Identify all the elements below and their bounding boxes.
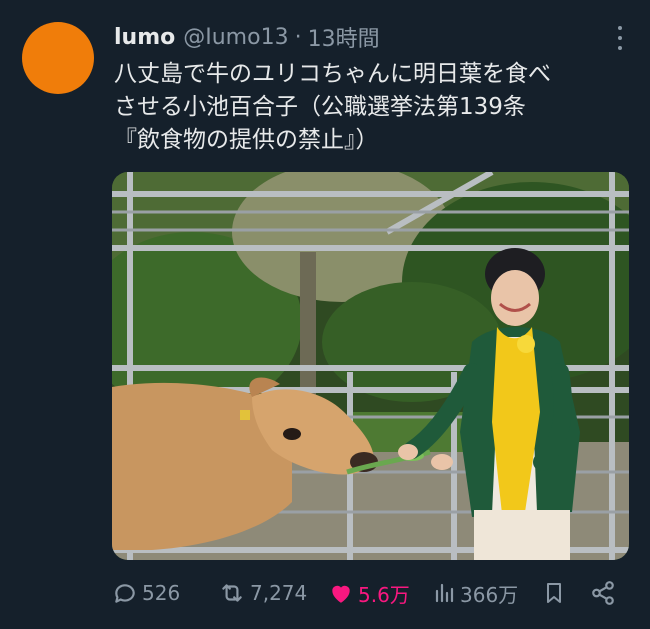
tweet-text-line: 『飲食物の提供の禁止』） [114,127,379,153]
reply-button[interactable]: 526 [112,578,180,608]
tweet-text: 八丈島で牛のユリコちゃんに明日葉を食べ させる小池百合子（公職選挙法第139条 … [114,58,634,157]
reply-count: 526 [142,581,181,605]
avatar[interactable] [22,22,94,94]
heart-icon [328,580,354,606]
more-dots-icon[interactable] [616,26,624,50]
tweet-photo[interactable] [112,172,629,560]
tweet-text-line: させる小池百合子（公職選挙法第139条 [114,94,526,120]
timestamp[interactable]: 13時間 [308,21,380,53]
views-button[interactable]: 366万 [432,578,518,608]
share-icon [590,580,616,606]
views-icon [432,580,456,606]
views-count: 366万 [460,582,519,607]
share-button[interactable] [590,578,616,608]
retweet-count: 7,274 [250,581,308,605]
bookmark-button[interactable] [542,578,566,608]
display-name[interactable]: lumo [114,25,175,50]
bookmark-icon [542,580,566,606]
retweet-icon [218,580,246,606]
like-button[interactable]: 5.6万 [328,578,410,608]
tweet-header: lumo @Iumo13 · 13時間 [114,21,630,53]
separator-dot: · [294,24,302,50]
tweet-text-line: 八丈島で牛のユリコちゃんに明日葉を食べ [114,61,551,87]
tweet-actions: 526 7,274 5.6万 366万 [112,578,632,608]
like-count: 5.6万 [358,582,410,607]
reply-icon [112,580,138,606]
retweet-button[interactable]: 7,274 [218,578,307,608]
user-handle[interactable]: @Iumo13 [183,25,288,50]
